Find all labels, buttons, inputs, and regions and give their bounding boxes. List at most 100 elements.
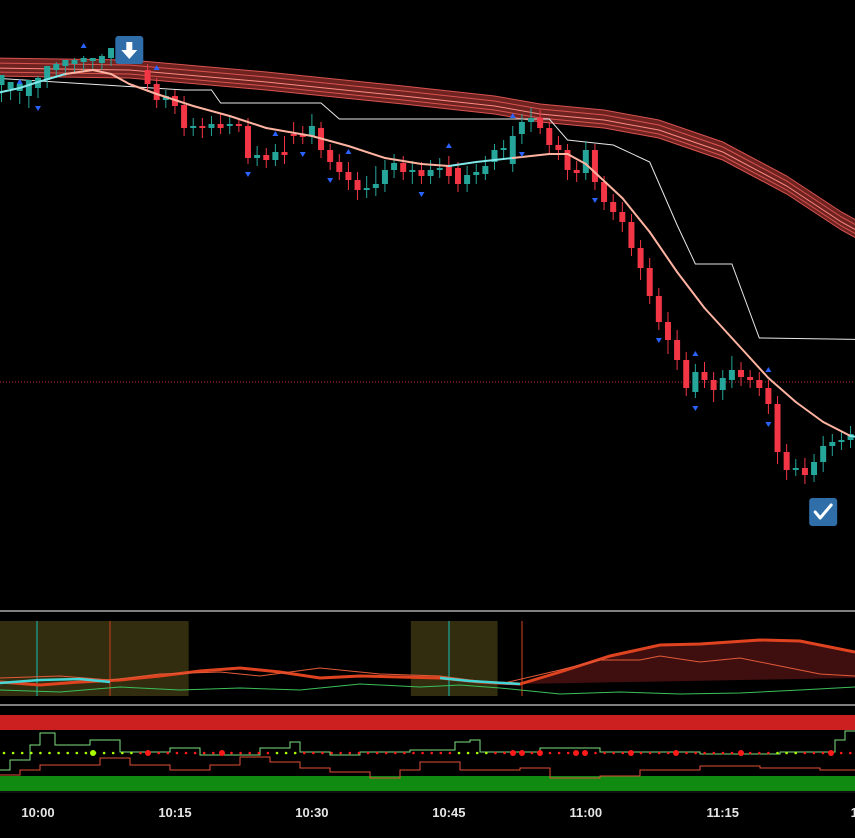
time-axis: 10:00 10:15 10:30 10:45 11:00 11:15 11: xyxy=(0,791,855,820)
exit-signal-marker[interactable] xyxy=(809,498,838,526)
buy-arrow xyxy=(272,131,279,136)
step-line-red xyxy=(0,756,855,779)
fast-ema-line xyxy=(0,69,855,438)
candle-body xyxy=(500,148,507,150)
candle-body xyxy=(537,118,544,128)
candle-body xyxy=(528,118,535,122)
signal-dot xyxy=(530,751,534,755)
signal-dot xyxy=(685,751,688,755)
signal-dot xyxy=(503,751,506,755)
signal-dot xyxy=(657,751,661,755)
trail-path xyxy=(0,77,855,340)
time-tick-label: 11: xyxy=(851,805,855,820)
ema-segment xyxy=(648,231,679,273)
time-tick-label: 10:00 xyxy=(21,805,54,820)
candle-body xyxy=(546,128,553,145)
signal-dot xyxy=(357,751,361,755)
candle-body xyxy=(683,360,690,388)
candle-body xyxy=(272,152,279,160)
trend-bar-pane xyxy=(0,715,855,791)
oscillator-zone xyxy=(410,621,498,696)
candle-body xyxy=(153,84,160,100)
signal-dot xyxy=(439,751,443,755)
candle-body xyxy=(792,468,799,470)
sell-arrow xyxy=(299,152,306,157)
candle-body xyxy=(664,322,671,340)
candle-body xyxy=(89,58,96,61)
candle-body xyxy=(811,462,818,475)
signal-dot xyxy=(66,751,69,755)
signal-dot xyxy=(849,751,852,755)
signal-dot-large xyxy=(90,750,96,756)
candle-body xyxy=(509,136,516,164)
signal-dot xyxy=(348,751,352,755)
signal-dot xyxy=(639,751,643,755)
signal-dot-large xyxy=(519,750,525,756)
signal-dot xyxy=(312,751,315,755)
ema-segment xyxy=(703,307,733,339)
signal-dot xyxy=(212,751,215,755)
step-line-green xyxy=(0,730,855,771)
ema-segment xyxy=(128,83,158,95)
candle-body xyxy=(427,170,434,176)
candle-body xyxy=(281,152,288,155)
candle-body xyxy=(80,58,87,62)
candle-body xyxy=(108,48,115,58)
signal-dot xyxy=(102,751,106,755)
candle-body xyxy=(829,442,836,446)
signal-dot xyxy=(248,751,251,755)
signal-dot xyxy=(48,751,51,755)
signal-dot xyxy=(758,751,761,755)
signal-dot xyxy=(421,751,424,755)
signal-dot xyxy=(230,751,233,755)
signal-dot xyxy=(184,751,188,755)
time-tick-label: 11:00 xyxy=(570,805,603,820)
signal-dot xyxy=(239,751,242,755)
candle-body xyxy=(838,440,845,442)
candle-body xyxy=(62,60,69,66)
candle-body xyxy=(436,168,443,170)
candle-body xyxy=(738,370,745,377)
signal-dot xyxy=(557,751,561,755)
signal-dot-large xyxy=(628,750,634,756)
candle-body xyxy=(254,155,261,158)
signal-dot xyxy=(485,751,488,755)
candle-body xyxy=(327,150,334,162)
candle-body xyxy=(728,370,735,380)
candle-body xyxy=(290,134,297,136)
signal-dot xyxy=(776,751,779,755)
signal-dot-large xyxy=(219,750,225,756)
candle-body xyxy=(244,126,251,158)
ema-segment xyxy=(730,337,752,359)
signal-dot xyxy=(11,751,15,755)
buy-arrow xyxy=(765,367,772,372)
price-chart[interactable]: 10:00 10:15 10:30 10:45 11:00 11:15 11: xyxy=(0,0,855,838)
buy-arrow xyxy=(692,351,699,356)
candle-body xyxy=(582,150,589,173)
signal-dot xyxy=(566,751,570,755)
signal-dot xyxy=(75,751,79,755)
signal-dot-large xyxy=(738,750,744,756)
candle-body xyxy=(601,182,608,202)
candle-body xyxy=(765,388,772,404)
candle-body xyxy=(363,188,370,190)
candle-body xyxy=(710,380,717,390)
candle-body xyxy=(391,163,398,170)
candle-body xyxy=(756,380,763,388)
marker-box xyxy=(809,498,838,526)
signal-dot xyxy=(284,751,288,755)
signal-dot xyxy=(384,751,388,755)
signal-dot-large xyxy=(673,750,679,756)
ema-segment xyxy=(794,401,825,423)
signal-dot xyxy=(202,751,206,755)
candle-body xyxy=(235,124,242,126)
ema-segment xyxy=(265,127,313,137)
candle-body xyxy=(674,340,681,360)
candle-body xyxy=(692,372,699,392)
signal-dot xyxy=(803,751,807,755)
candle-body xyxy=(637,248,644,268)
ema-segment xyxy=(676,271,706,309)
signal-dot xyxy=(303,751,306,755)
ema-segment xyxy=(420,163,450,167)
sell-signal-marker[interactable] xyxy=(115,36,144,64)
